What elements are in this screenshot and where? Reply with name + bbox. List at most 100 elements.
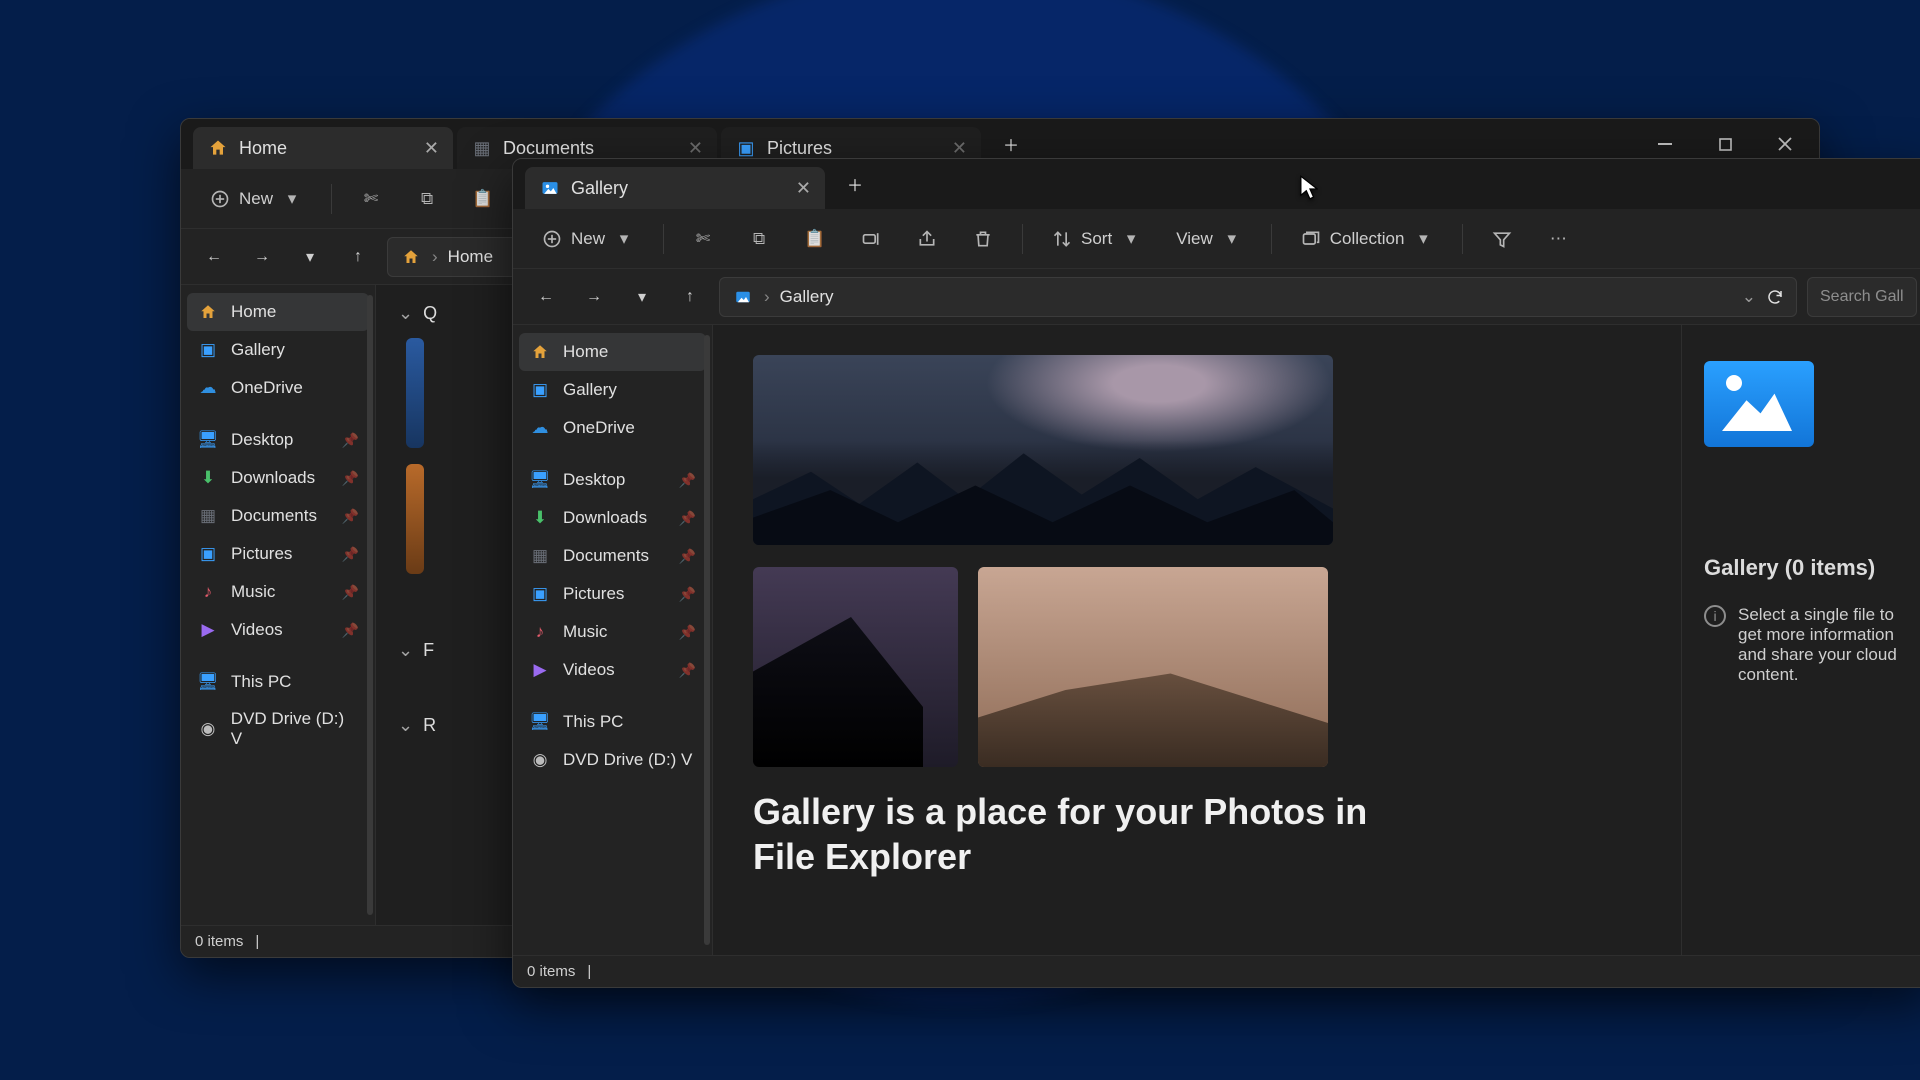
refresh-button[interactable] <box>1766 288 1784 306</box>
sidebar-label: Downloads <box>231 468 315 488</box>
sidebar-item-onedrive[interactable]: › ☁ OneDrive <box>519 409 706 447</box>
sidebar-item-home[interactable]: Home <box>519 333 706 371</box>
sidebar-item-gallery[interactable]: ▣ Gallery <box>187 331 369 369</box>
sidebar-item-downloads[interactable]: ⬇ Downloads 📌 <box>519 499 706 537</box>
more-button[interactable]: ⋯ <box>1537 222 1579 256</box>
chevron-down-icon[interactable]: ⌄ <box>398 640 413 661</box>
separator <box>331 184 332 214</box>
sidebar-item-music[interactable]: ♪ Music 📌 <box>187 573 369 611</box>
chevron-down-icon[interactable]: ⌄ <box>398 303 413 324</box>
forward-button[interactable]: → <box>575 278 613 316</box>
cut-button[interactable]: ✄ <box>682 222 724 256</box>
share-button[interactable] <box>906 222 948 256</box>
sidebar-item-dvd[interactable]: › ◉ DVD Drive (D:) V <box>187 701 369 757</box>
up-button[interactable]: ↑ <box>339 238 377 276</box>
pin-icon[interactable]: 📌 <box>679 510 696 527</box>
details-hint: i Select a single file to get more infor… <box>1704 605 1909 685</box>
rename-icon <box>860 228 882 250</box>
tab-close-button[interactable]: ✕ <box>688 138 703 159</box>
sidebar-label: This PC <box>563 712 623 732</box>
sidebar-item-pictures[interactable]: ▣ Pictures 📌 <box>187 535 369 573</box>
tab-close-button[interactable]: ✕ <box>796 178 811 199</box>
recent-locations-button[interactable]: ▾ <box>291 238 329 276</box>
view-button[interactable]: View ▾ <box>1166 222 1253 256</box>
details-hint-text: Select a single file to get more informa… <box>1738 605 1909 685</box>
tab-gallery[interactable]: Gallery ✕ <box>525 167 825 209</box>
desktop-icon: 🖥 <box>529 469 551 491</box>
delete-button[interactable] <box>962 222 1004 256</box>
back-button[interactable]: ← <box>527 278 565 316</box>
paste-button[interactable]: 📋 <box>462 182 504 216</box>
address-bar[interactable]: › Gallery ⌄ <box>719 277 1797 317</box>
collection-button[interactable]: Collection ▾ <box>1290 222 1445 256</box>
cut-button[interactable]: ✄ <box>350 182 392 216</box>
pin-icon[interactable]: 📌 <box>342 584 359 601</box>
chevron-down-icon[interactable]: ⌄ <box>1742 287 1756 307</box>
pin-icon[interactable]: 📌 <box>679 662 696 679</box>
pin-icon[interactable]: 📌 <box>679 472 696 489</box>
pin-icon[interactable]: 📌 <box>342 546 359 563</box>
sort-button[interactable]: Sort ▾ <box>1041 222 1152 256</box>
forward-button[interactable]: → <box>243 238 281 276</box>
paste-button[interactable]: 📋 <box>794 222 836 256</box>
tab-close-button[interactable]: ✕ <box>952 138 967 159</box>
sidebar-item-gallery[interactable]: ▣ Gallery <box>519 371 706 409</box>
copy-button[interactable]: ⧉ <box>738 222 780 256</box>
quick-access-thumb[interactable] <box>406 338 424 448</box>
pin-icon[interactable]: 📌 <box>679 624 696 641</box>
titlebar[interactable]: Gallery ✕ ＋ <box>513 159 1920 209</box>
new-button[interactable]: New ▾ <box>531 222 645 256</box>
sidebar-scrollbar[interactable] <box>704 335 710 945</box>
back-button[interactable]: ← <box>195 238 233 276</box>
filter-button[interactable] <box>1481 222 1523 256</box>
tab-close-button[interactable]: ✕ <box>424 138 439 159</box>
breadcrumb-root[interactable]: Home <box>448 247 493 267</box>
breadcrumb-root[interactable]: Gallery <box>780 287 834 307</box>
chevron-down-icon: ▾ <box>281 188 303 210</box>
new-tab-button[interactable]: ＋ <box>837 166 873 202</box>
sidebar-item-documents[interactable]: ▦ Documents 📌 <box>519 537 706 575</box>
new-button[interactable]: New ▾ <box>199 182 313 216</box>
tab-home[interactable]: Home ✕ <box>193 127 453 169</box>
sidebar-item-onedrive[interactable]: › ☁ OneDrive <box>187 369 369 407</box>
new-tab-button[interactable]: ＋ <box>993 126 1029 162</box>
separator <box>1022 224 1023 254</box>
sidebar-item-videos[interactable]: ▶ Videos 📌 <box>519 651 706 689</box>
copy-button[interactable]: ⧉ <box>406 182 448 216</box>
sidebar-scrollbar[interactable] <box>367 295 373 915</box>
sidebar-label: Music <box>563 622 607 642</box>
chevron-down-icon: ▾ <box>1412 228 1434 250</box>
sidebar-item-music[interactable]: ♪ Music 📌 <box>519 613 706 651</box>
thispc-icon: 🖥 <box>529 711 551 733</box>
pin-icon[interactable]: 📌 <box>342 432 359 449</box>
sidebar-item-home[interactable]: Home <box>187 293 369 331</box>
up-button[interactable]: ↑ <box>671 278 709 316</box>
recent-locations-button[interactable]: ▾ <box>623 278 661 316</box>
content-area: Gallery is a place for your Photos in Fi… <box>713 325 1920 955</box>
collection-icon <box>1300 228 1322 250</box>
plus-circle-icon <box>209 188 231 210</box>
sidebar-item-pictures[interactable]: ▣ Pictures 📌 <box>519 575 706 613</box>
gallery-icon <box>732 286 754 308</box>
sidebar-item-downloads[interactable]: ⬇ Downloads 📌 <box>187 459 369 497</box>
tab-label: Gallery <box>571 178 628 199</box>
pin-icon[interactable]: 📌 <box>342 470 359 487</box>
chevron-down-icon[interactable]: ⌄ <box>398 715 413 736</box>
sidebar-item-thispc[interactable]: › 🖥 This PC <box>187 663 369 701</box>
pin-icon[interactable]: 📌 <box>342 508 359 525</box>
sidebar-item-videos[interactable]: ▶ Videos 📌 <box>187 611 369 649</box>
sidebar-item-desktop[interactable]: 🖥 Desktop 📌 <box>187 421 369 459</box>
sidebar-item-documents[interactable]: ▦ Documents 📌 <box>187 497 369 535</box>
sidebar-item-desktop[interactable]: 🖥 Desktop 📌 <box>519 461 706 499</box>
pin-icon[interactable]: 📌 <box>679 586 696 603</box>
sidebar-item-thispc[interactable]: › 🖥 This PC <box>519 703 706 741</box>
pin-icon[interactable]: 📌 <box>342 622 359 639</box>
pin-icon[interactable]: 📌 <box>679 548 696 565</box>
gallery-icon: ▣ <box>197 339 219 361</box>
sidebar-item-dvd[interactable]: › ◉ DVD Drive (D:) V <box>519 741 706 779</box>
search-input[interactable]: Search Gall <box>1807 277 1917 317</box>
rename-button[interactable] <box>850 222 892 256</box>
chevron-down-icon: ▾ <box>613 228 635 250</box>
sidebar: Home ▣ Gallery › ☁ OneDrive 🖥 Desktop 📌 … <box>181 285 376 925</box>
quick-access-thumb[interactable] <box>406 464 424 574</box>
